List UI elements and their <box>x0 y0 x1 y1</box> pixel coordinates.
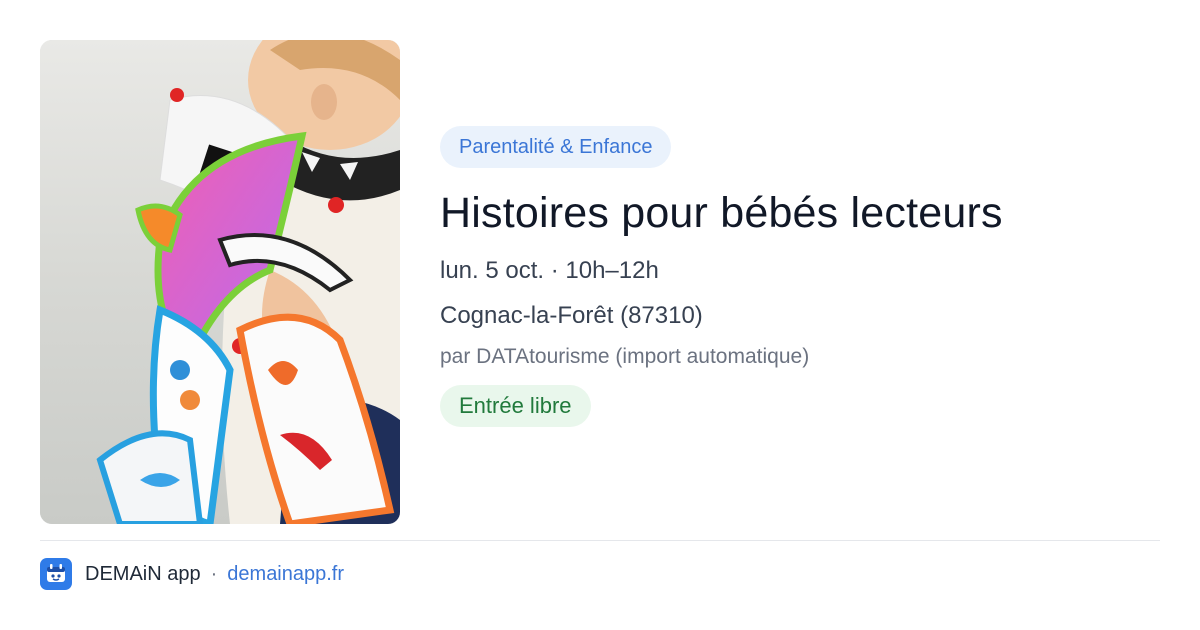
footer-divider <box>40 540 1160 541</box>
app-name: DEMAiN app <box>85 562 201 585</box>
category-badge[interactable]: Parentalité & Enfance <box>440 126 672 168</box>
event-date: lun. 5 oct. · 10h–12h <box>440 257 659 284</box>
demain-logo-icon <box>40 558 72 590</box>
footer: DEMAiN app · demainapp.fr <box>40 558 344 590</box>
event-photo-illustration <box>40 40 400 524</box>
price-badge: Entrée libre <box>440 385 591 427</box>
event-title: Histoires pour bébés lecteurs <box>440 189 1003 237</box>
event-photo <box>40 40 400 524</box>
app-url-link[interactable]: demainapp.fr <box>227 563 344 586</box>
event-details: Parentalité & Enfance Histoires pour béb… <box>440 126 1160 427</box>
event-source: par DATAtourisme (import automatique) <box>440 345 810 368</box>
footer-separator: · <box>210 562 218 585</box>
event-location: Cognac-la-Forêt (87310) <box>440 302 703 329</box>
